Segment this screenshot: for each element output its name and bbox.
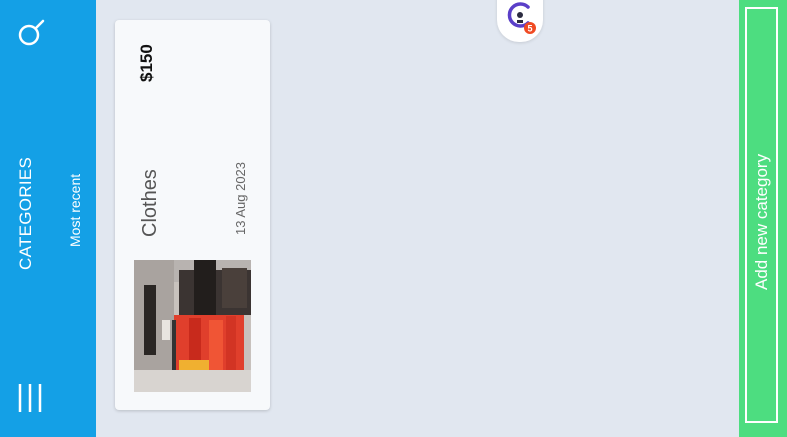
fab-badge: 5 <box>527 24 532 34</box>
add-category-label: Add new category <box>752 153 771 290</box>
page-title: CATEGORIES <box>16 156 35 270</box>
sort-label[interactable]: Most recent <box>67 174 83 247</box>
category-date: 13 Aug 2023 <box>233 161 248 235</box>
app-logo-icon: 5 <box>507 2 536 34</box>
menu-button[interactable] <box>12 378 52 418</box>
search-icon <box>18 19 45 46</box>
search-button[interactable] <box>10 12 50 52</box>
category-name: Clothes <box>139 169 161 237</box>
menu-icon <box>18 384 42 412</box>
app-floating-button[interactable]: 5 <box>497 0 543 42</box>
category-image <box>134 260 251 392</box>
category-amount: $150 <box>137 44 156 82</box>
